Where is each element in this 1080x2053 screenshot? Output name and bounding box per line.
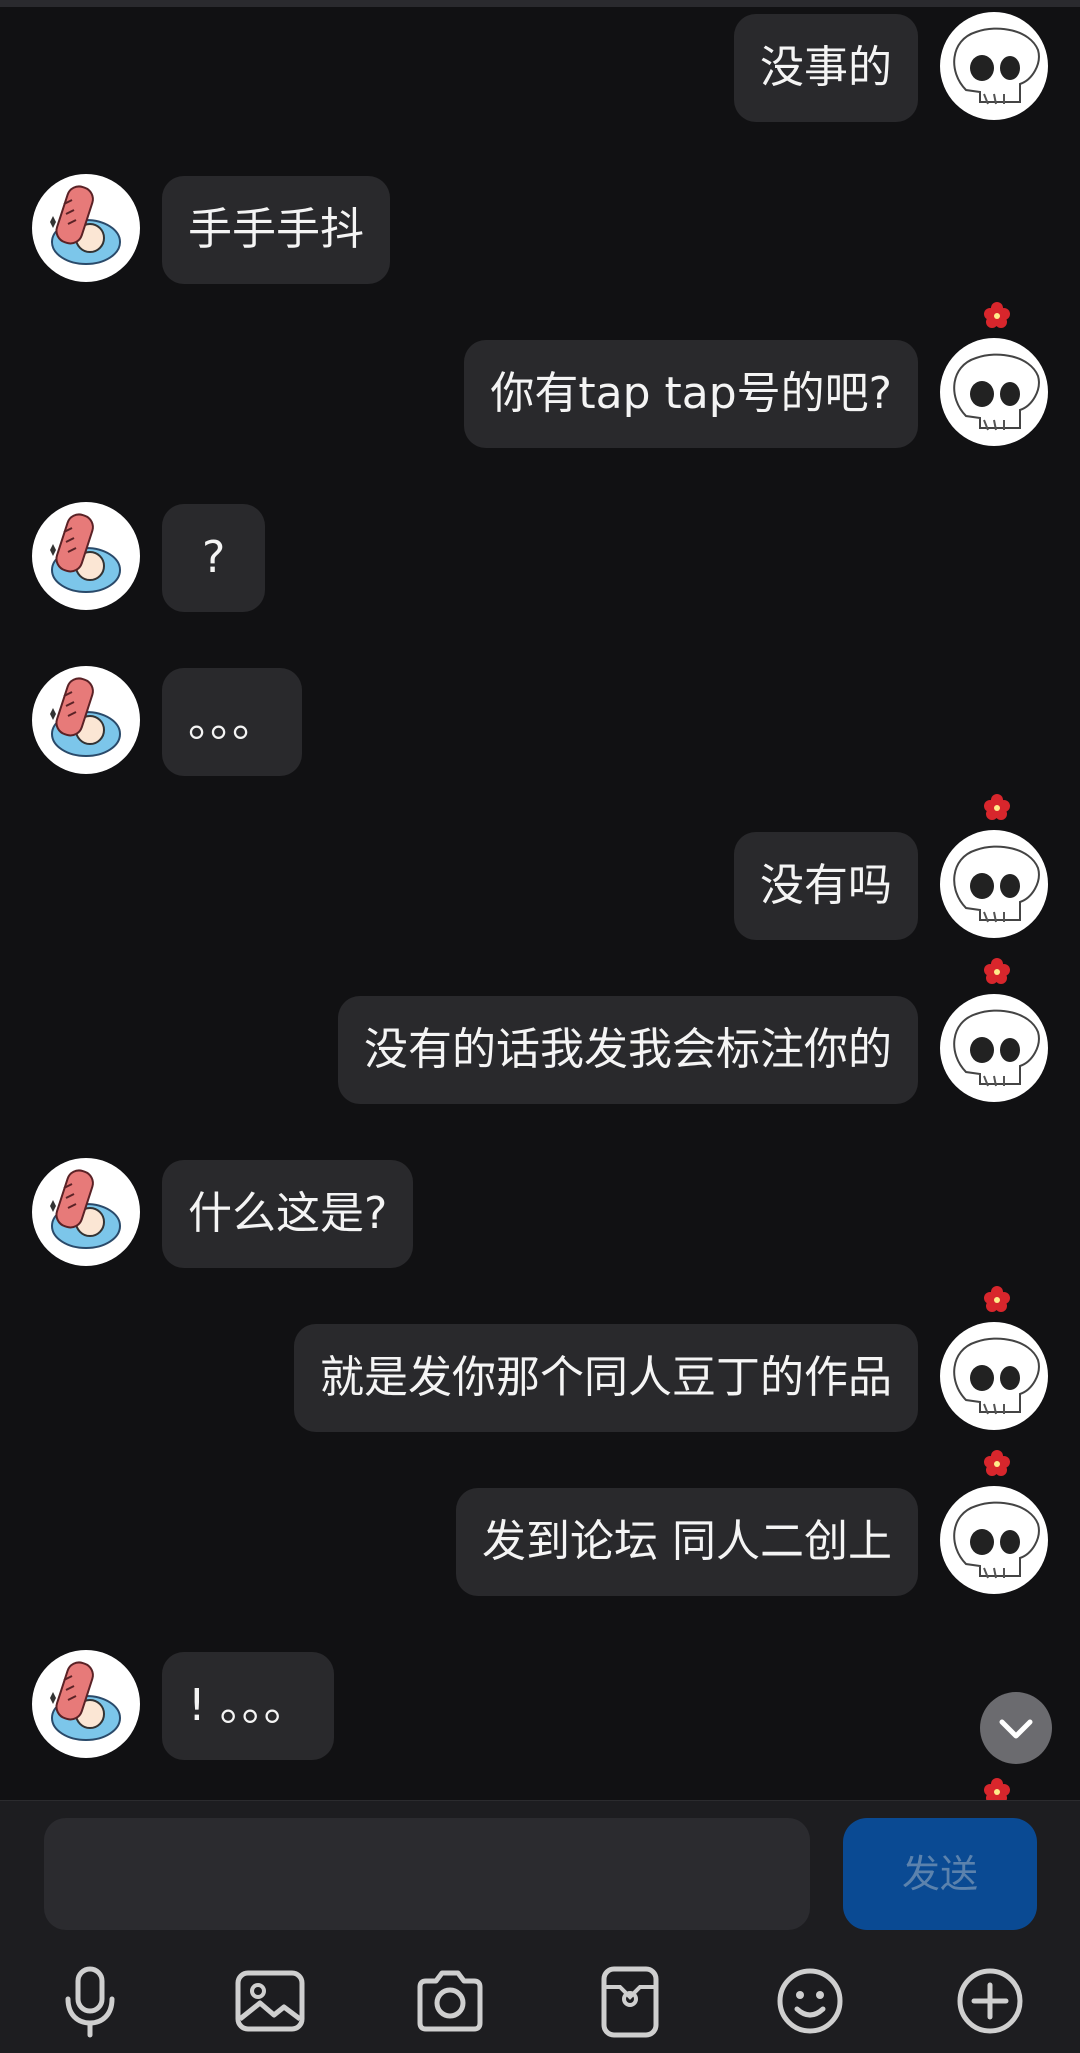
microphone-icon[interactable] — [50, 1961, 130, 2041]
skull-avatar[interactable] — [940, 994, 1048, 1102]
flower-icon — [984, 1286, 1010, 1312]
message-row-incoming: 什么这是? — [0, 1158, 1080, 1268]
popsicle-avatar[interactable] — [32, 666, 140, 774]
flower-icon — [984, 1778, 1010, 1800]
chevron-down-icon — [999, 1719, 1033, 1739]
popsicle-avatar[interactable] — [32, 1650, 140, 1758]
message-bubble[interactable]: ? — [162, 504, 266, 612]
plus-icon[interactable] — [950, 1961, 1030, 2041]
scroll-to-bottom-button[interactable] — [980, 1692, 1052, 1764]
skull-avatar[interactable] — [940, 1486, 1048, 1594]
popsicle-avatar[interactable] — [32, 174, 140, 282]
message-bubble[interactable]: 没有吗 — [734, 832, 918, 940]
message-row-outgoing: 你有tap tap号的吧? — [0, 338, 1080, 448]
flower-icon — [984, 794, 1010, 820]
message-row-outgoing: 没有吗 — [0, 830, 1080, 940]
message-row-outgoing: 没有的话我发我会标注你的 — [0, 994, 1080, 1104]
message-bubble[interactable]: 没有的话我发我会标注你的 — [338, 996, 918, 1104]
flower-icon — [984, 302, 1010, 328]
flower-icon — [984, 958, 1010, 984]
skull-avatar[interactable] — [940, 12, 1048, 120]
message-bubble[interactable]: 手手手抖 — [162, 176, 390, 284]
message-row-incoming: 手手手抖 — [0, 174, 1080, 284]
message-row-outgoing: 发到论坛 同人二创上 — [0, 1486, 1080, 1596]
message-bubble[interactable]: ! 。。。 — [162, 1652, 334, 1760]
send-button[interactable]: 发送 — [843, 1818, 1037, 1930]
popsicle-avatar[interactable] — [32, 1158, 140, 1266]
skull-avatar[interactable] — [940, 830, 1048, 938]
skull-avatar[interactable] — [940, 338, 1048, 446]
popsicle-avatar[interactable] — [32, 502, 140, 610]
message-input[interactable] — [44, 1818, 810, 1930]
skull-avatar[interactable] — [940, 1322, 1048, 1430]
input-toolbar — [0, 1961, 1080, 2041]
composer-bar: 发送 — [0, 1800, 1080, 2053]
chat-message-list[interactable]: 没事的 手手手抖 你有tap tap号的吧? ? 。。。 没有吗 没有的话我发我… — [0, 0, 1080, 1800]
message-bubble[interactable]: 就是发你那个同人豆丁的作品 — [294, 1324, 918, 1432]
message-bubble[interactable]: 发到论坛 同人二创上 — [456, 1488, 918, 1596]
message-bubble[interactable]: 什么这是? — [162, 1160, 414, 1268]
message-bubble[interactable]: 你有tap tap号的吧? — [464, 340, 918, 448]
message-row-incoming: ! 。。。 — [0, 1650, 1080, 1760]
message-bubble[interactable]: 没事的 — [734, 14, 918, 122]
camera-icon[interactable] — [410, 1961, 490, 2041]
image-icon[interactable] — [230, 1961, 310, 2041]
message-row-incoming: 。。。 — [0, 666, 1080, 776]
message-row-outgoing: 没事的 — [0, 12, 1080, 122]
message-row-incoming: ? — [0, 502, 1080, 612]
sticker-icon[interactable] — [590, 1961, 670, 2041]
message-row-outgoing: 就是发你那个同人豆丁的作品 — [0, 1322, 1080, 1432]
emoji-icon[interactable] — [770, 1961, 850, 2041]
flower-icon — [984, 1450, 1010, 1476]
message-bubble[interactable]: 。。。 — [162, 668, 302, 776]
